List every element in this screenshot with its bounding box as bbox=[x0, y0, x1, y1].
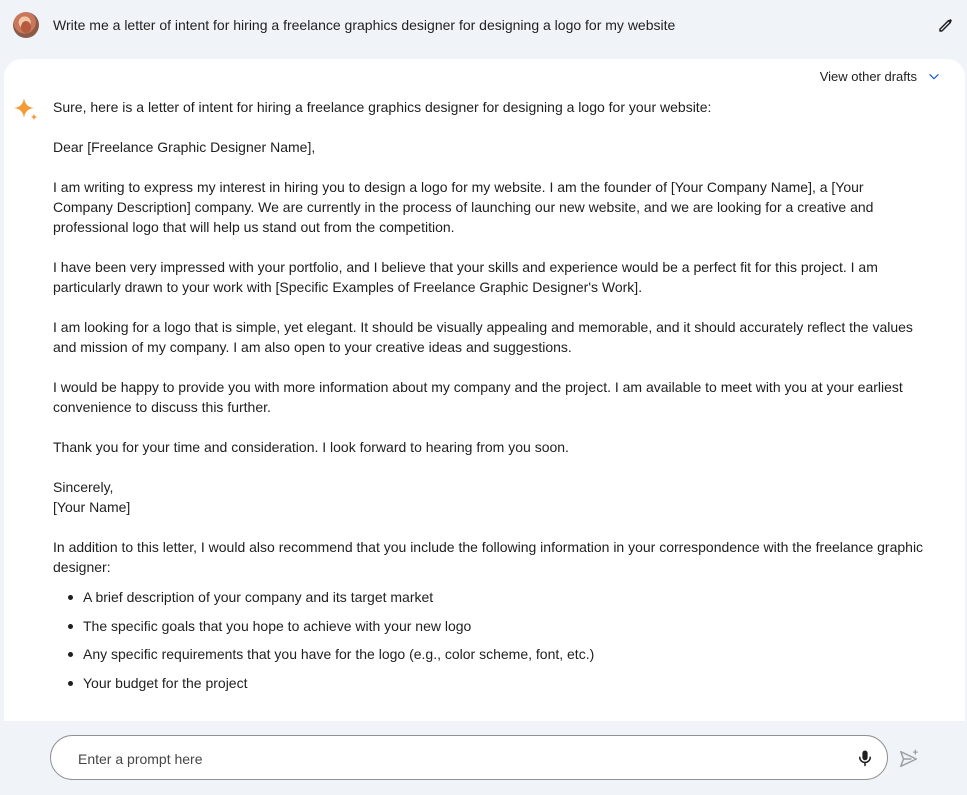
response-content: Sure, here is a letter of intent for hir… bbox=[53, 97, 925, 701]
letter-signature: [Your Name] bbox=[53, 499, 131, 515]
send-icon[interactable] bbox=[898, 748, 920, 770]
list-item: The specific goals that you hope to achi… bbox=[53, 616, 925, 645]
prompt-input-container bbox=[50, 735, 888, 781]
response-card: View other drafts Sure, here is a letter… bbox=[4, 59, 965, 721]
letter-paragraph: I am writing to express my interest in h… bbox=[53, 179, 874, 235]
user-prompt-text: Write me a letter of intent for hiring a… bbox=[53, 17, 676, 33]
recommendation-text: In addition to this letter, I would also… bbox=[53, 539, 924, 575]
user-avatar bbox=[13, 12, 39, 38]
view-other-drafts-label: View other drafts bbox=[819, 69, 917, 84]
list-item: Your budget for the project bbox=[53, 673, 925, 702]
sparkle-icon bbox=[14, 98, 38, 121]
prompt-header: Write me a letter of intent for hiring a… bbox=[0, 0, 967, 56]
view-other-drafts-button[interactable]: View other drafts bbox=[820, 69, 941, 84]
pencil-icon[interactable] bbox=[937, 16, 955, 34]
prompt-input[interactable] bbox=[76, 736, 840, 781]
letter-paragraph: I am looking for a logo that is simple, … bbox=[53, 319, 913, 355]
microphone-icon[interactable] bbox=[856, 749, 874, 767]
chevron-down-icon bbox=[929, 73, 939, 79]
recommendation-list: A brief description of your company and … bbox=[53, 587, 925, 701]
letter-paragraph: I would be happy to provide you with mor… bbox=[53, 379, 903, 415]
letter-paragraph: I have been very impressed with your por… bbox=[53, 259, 878, 295]
letter-closing: Sincerely, bbox=[53, 479, 114, 495]
response-intro: Sure, here is a letter of intent for hir… bbox=[53, 99, 712, 115]
list-item: Any specific requirements that you have … bbox=[53, 644, 925, 673]
letter-paragraph: Thank you for your time and consideratio… bbox=[53, 439, 569, 455]
letter-greeting: Dear [Freelance Graphic Designer Name], bbox=[53, 139, 316, 155]
list-item: A brief description of your company and … bbox=[53, 587, 925, 616]
